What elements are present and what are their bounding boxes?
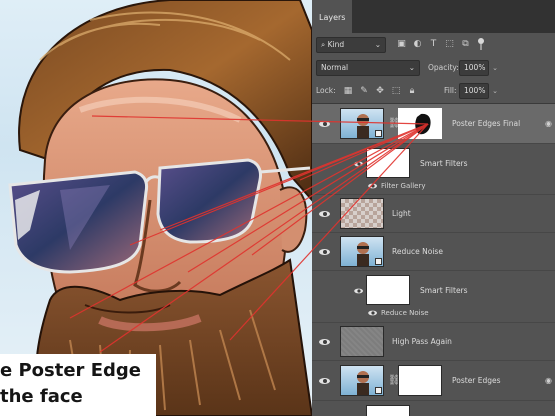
eye-icon[interactable]	[318, 247, 332, 257]
reduce-noise-filter-label[interactable]: Reduce Noise	[381, 307, 429, 319]
layers-panel: Layers ⌕ Kind ⌄ ▣ ◐ T ⬚ ⧉ Normal ⌄ Opaci…	[312, 0, 555, 416]
face-thumbnail-icon	[357, 241, 369, 266]
mask-shape-icon	[415, 113, 431, 134]
opacity-value: 100%	[464, 63, 486, 72]
layer-thumbnail	[340, 235, 384, 267]
lock-image-pixels-icon[interactable]: ✎	[358, 84, 370, 98]
layer-row-smart-filters-1[interactable]: Smart Filters Filter Gallery	[312, 144, 555, 195]
layer-row-poster-edges-final[interactable]: ⛓ Poster Edges Final ◉	[312, 104, 555, 144]
eye-icon[interactable]	[318, 209, 332, 219]
link-chain-icon[interactable]: ⛓	[388, 117, 401, 131]
layer-thumbnail	[340, 325, 384, 357]
adjustment-filter-icon[interactable]: ◐	[412, 39, 423, 50]
filter-kind-select[interactable]: ⌕ Kind ⌄	[316, 37, 386, 53]
layer-row-smart-filters-2[interactable]: Smart Filters Reduce Noise	[312, 271, 555, 323]
eye-icon[interactable]	[318, 119, 332, 129]
filter-toggle-icon[interactable]	[478, 38, 484, 50]
chevron-down-icon: ⌄	[374, 40, 381, 49]
layer-list: ⛓ Poster Edges Final ◉ Smart Filters Fil…	[312, 104, 555, 416]
lock-row: Lock: ▦ ✎ ✥ ⬚ 🔒︎ Fill: 100% ⌄	[316, 83, 551, 101]
photo-canvas: e Poster Edge the face	[0, 0, 312, 416]
lock-artboard-icon[interactable]: ⬚	[390, 84, 402, 98]
smart-object-badge-icon	[375, 129, 382, 137]
smart-object-filter-icon[interactable]: ⧉	[460, 39, 471, 50]
caption-line-2: the face	[0, 386, 83, 407]
eye-icon[interactable]	[353, 160, 364, 168]
filter-gallery-label[interactable]: Filter Gallery	[381, 180, 426, 192]
panel-tab-bar: Layers	[312, 0, 555, 33]
blend-row: Normal ⌄ Opacity: 100% ⌄	[316, 60, 551, 78]
smart-filter-indicator-icon[interactable]: ◉	[545, 376, 553, 386]
fill-label: Fill:	[444, 86, 457, 95]
search-icon: ⌕	[321, 40, 328, 49]
layer-row-high-pass-again[interactable]: High Pass Again	[312, 323, 555, 361]
face-thumbnail-icon	[357, 113, 369, 138]
eye-icon[interactable]	[318, 376, 332, 386]
eye-icon[interactable]	[367, 309, 378, 317]
layer-thumbnail	[340, 197, 384, 229]
smart-filters-label: Smart Filters	[420, 286, 468, 295]
blend-mode-value: Normal	[321, 63, 349, 72]
fill-field[interactable]: 100%	[459, 83, 489, 99]
smart-filter-mask-thumbnail	[366, 405, 410, 416]
lock-label: Lock:	[316, 86, 336, 95]
layer-row-partial	[312, 401, 555, 416]
smart-filter-mask-thumbnail	[366, 275, 410, 305]
opacity-label: Opacity:	[428, 63, 459, 72]
layer-row-reduce-noise[interactable]: Reduce Noise	[312, 233, 555, 271]
opacity-slider-toggle-icon[interactable]: ⌄	[490, 60, 500, 76]
layer-name: Poster Edges	[452, 375, 501, 385]
blend-mode-select[interactable]: Normal ⌄	[316, 60, 420, 76]
eye-icon[interactable]	[367, 182, 378, 190]
tutorial-caption: e Poster Edge the face	[0, 354, 156, 416]
caption-line-1: e Poster Edge	[0, 360, 141, 381]
layer-row-light[interactable]: Light	[312, 195, 555, 233]
lock-position-icon[interactable]: ✥	[374, 84, 386, 98]
fill-slider-toggle-icon[interactable]: ⌄	[490, 83, 500, 99]
filter-kind-label: Kind	[327, 40, 345, 49]
shape-filter-icon[interactable]: ⬚	[444, 39, 455, 50]
fill-value: 100%	[464, 86, 486, 95]
lock-transparent-pixels-icon[interactable]: ▦	[342, 84, 354, 98]
eye-icon[interactable]	[353, 287, 364, 295]
smart-object-badge-icon	[375, 386, 382, 394]
smart-filter-indicator-icon[interactable]: ◉	[545, 119, 553, 129]
layer-thumbnail	[340, 107, 384, 139]
tab-layers[interactable]: Layers	[312, 0, 352, 33]
image-filter-icon[interactable]: ▣	[396, 39, 407, 50]
type-filter-icon[interactable]: T	[428, 39, 439, 50]
opacity-field[interactable]: 100%	[459, 60, 489, 76]
layer-thumbnail	[340, 364, 384, 396]
layer-name: Poster Edges Final	[452, 118, 521, 128]
smart-object-badge-icon	[375, 257, 382, 265]
layer-name: High Pass Again	[392, 336, 452, 346]
smart-filter-mask-thumbnail	[366, 148, 410, 178]
layer-filter-row: ⌕ Kind ⌄ ▣ ◐ T ⬚ ⧉	[316, 36, 551, 54]
layer-name: Reduce Noise	[392, 246, 443, 256]
layer-name: Light	[392, 208, 411, 218]
face-thumbnail-icon	[357, 370, 369, 395]
lock-all-icon[interactable]: 🔒︎	[406, 84, 418, 98]
layer-row-poster-edges[interactable]: ⛓ Poster Edges ◉	[312, 361, 555, 401]
layer-mask-thumbnail[interactable]	[398, 107, 442, 139]
layer-mask-thumbnail[interactable]	[398, 364, 442, 396]
smart-filters-label: Smart Filters	[420, 159, 468, 168]
link-chain-icon[interactable]: ⛓	[388, 374, 401, 388]
eye-icon[interactable]	[318, 337, 332, 347]
chevron-down-icon: ⌄	[408, 63, 415, 72]
